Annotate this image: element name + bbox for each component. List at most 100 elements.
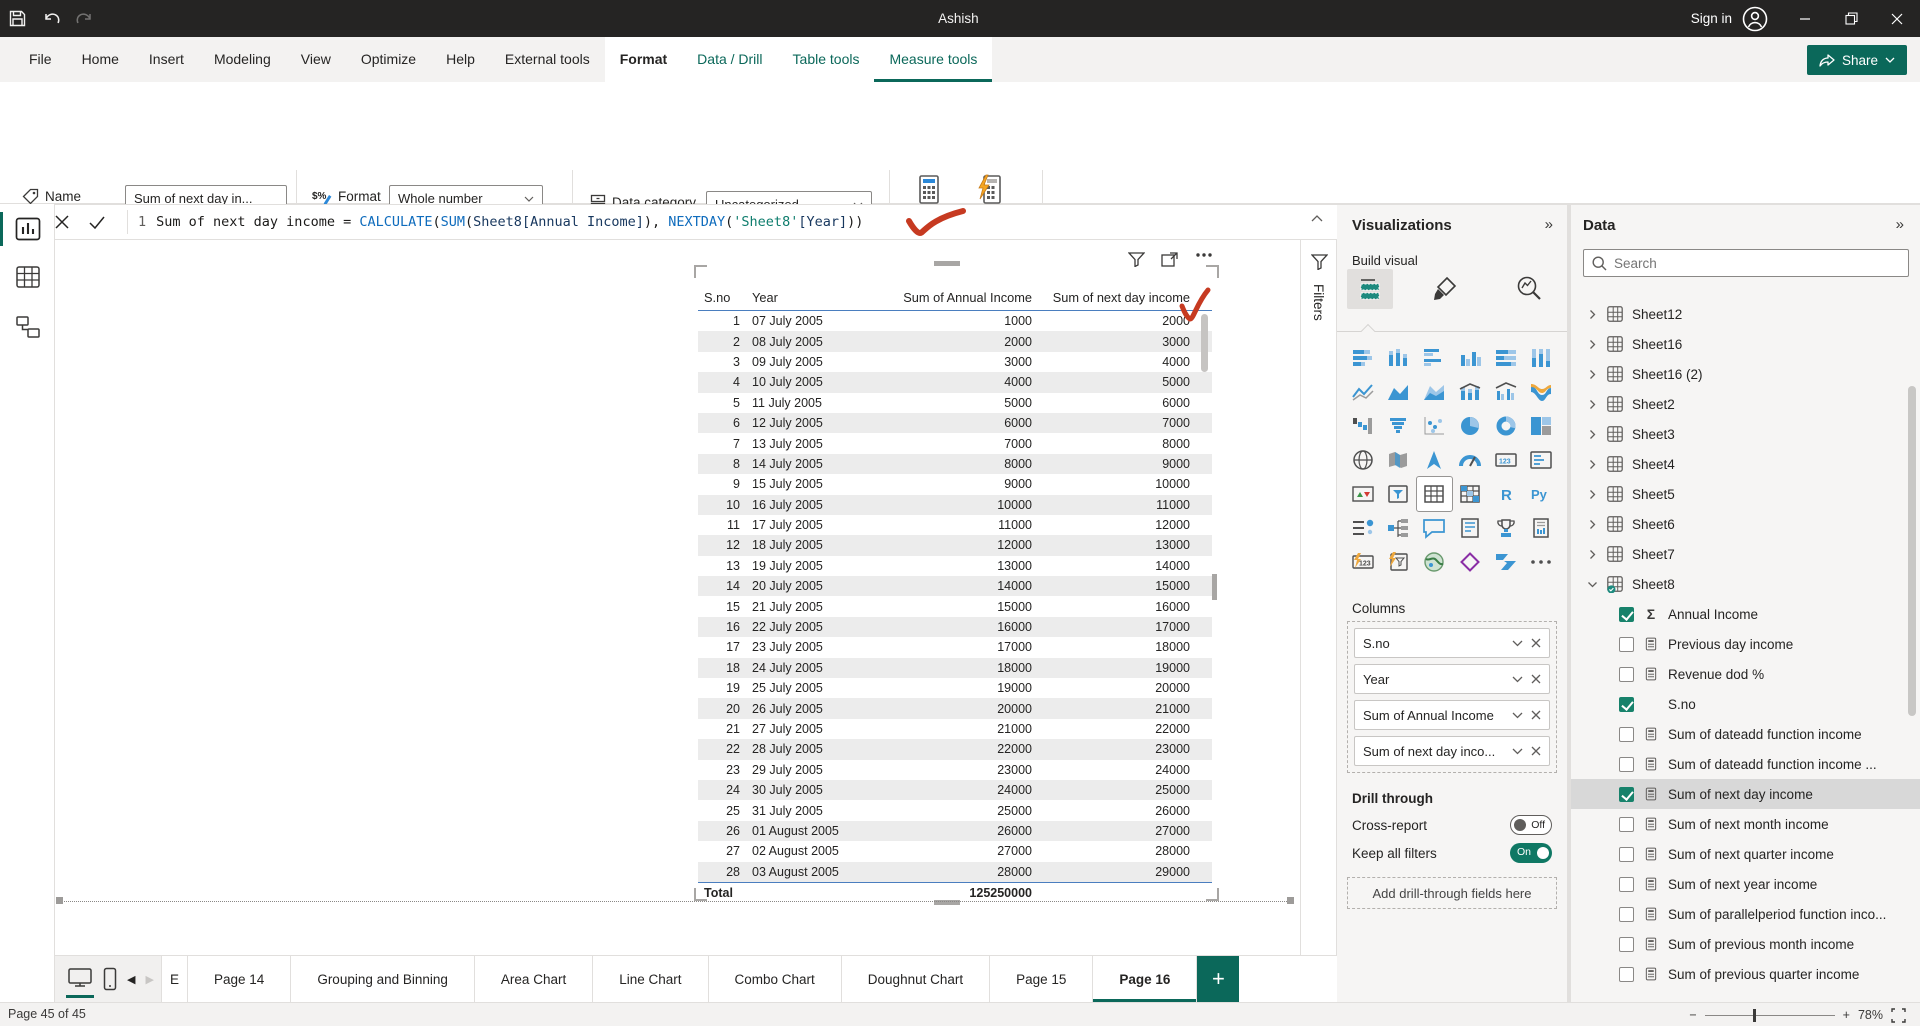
- page-tab-line-chart[interactable]: Line Chart: [593, 956, 708, 1002]
- commit-formula-icon[interactable]: [89, 216, 123, 229]
- sheet-item-sheet7[interactable]: Sheet7: [1571, 539, 1920, 569]
- table-row[interactable]: 1420 July 20051400015000: [698, 576, 1212, 596]
- dax-formula-input[interactable]: Sum of next day income = CALCULATE(SUM(S…: [156, 214, 863, 230]
- chevron-right-icon[interactable]: [1587, 489, 1598, 500]
- visual-paginated-report-icon[interactable]: [1524, 511, 1559, 545]
- menu-tab-help[interactable]: Help: [431, 37, 490, 82]
- page-tab-grouping-and-binning[interactable]: Grouping and Binning: [291, 956, 475, 1002]
- field-item-sum-of-previous-quarter-income[interactable]: Sum of previous quarter income: [1571, 959, 1920, 989]
- previous-page-arrow[interactable]: ◀: [127, 973, 135, 986]
- chevron-right-icon[interactable]: [1587, 309, 1598, 320]
- visual-new-slicer-icon[interactable]: [1381, 545, 1416, 579]
- visual-power-apps-visual-icon[interactable]: [1452, 545, 1487, 579]
- sheet-item-sheet16[interactable]: Sheet16: [1571, 329, 1920, 359]
- visual-table-icon[interactable]: [1417, 477, 1452, 511]
- avatar-icon[interactable]: [1742, 6, 1768, 32]
- visual-donut-chart-icon[interactable]: [1488, 409, 1523, 443]
- sheet-item-sheet12[interactable]: Sheet12: [1571, 299, 1920, 329]
- chevron-right-icon[interactable]: [1587, 549, 1598, 560]
- menu-tab-file[interactable]: File: [14, 37, 67, 82]
- restore-button[interactable]: [1828, 0, 1874, 37]
- visual-filter-icon[interactable]: [1128, 252, 1145, 267]
- visual-smart-narrative-icon[interactable]: [1452, 511, 1487, 545]
- new-page-button[interactable]: +: [1197, 956, 1239, 1002]
- sheet-item-sheet2[interactable]: Sheet2: [1571, 389, 1920, 419]
- chevron-right-icon[interactable]: [1587, 339, 1598, 350]
- tab-format-visual[interactable]: [1430, 275, 1458, 303]
- remove-field-icon[interactable]: [1531, 710, 1541, 720]
- page-boundary-handle[interactable]: [1287, 897, 1294, 904]
- field-checkbox[interactable]: [1619, 637, 1634, 652]
- field-item-sum-of-next-day-income[interactable]: Sum of next day income: [1571, 779, 1920, 809]
- visual-resize-handle[interactable]: [1212, 574, 1217, 600]
- cross-report-toggle[interactable]: Off: [1510, 815, 1552, 835]
- formula-bar[interactable]: 1 Sum of next day income = CALCULATE(SUM…: [55, 204, 1337, 240]
- table-row[interactable]: 1319 July 20051300014000: [698, 556, 1212, 576]
- remove-field-icon[interactable]: [1531, 746, 1541, 756]
- visual-metrics-icon[interactable]: [1488, 511, 1523, 545]
- page-boundary-handle[interactable]: [56, 897, 63, 904]
- page-tab-area-chart[interactable]: Area Chart: [475, 956, 593, 1002]
- page-tab-doughnut-chart[interactable]: Doughnut Chart: [842, 956, 990, 1002]
- minimize-button[interactable]: [1782, 0, 1828, 37]
- chevron-down-icon[interactable]: [1512, 640, 1523, 647]
- column-pill-sum-of-next-day-inco[interactable]: Sum of next day inco...: [1354, 736, 1550, 766]
- table-row[interactable]: 309 July 200530004000: [698, 352, 1212, 372]
- visual-hundred-percent-stacked-bar-chart-icon[interactable]: [1488, 341, 1523, 375]
- visual-azure-map-icon[interactable]: [1417, 443, 1452, 477]
- table-row[interactable]: 2228 July 20052200023000: [698, 739, 1212, 759]
- visual-resize-handle[interactable]: [694, 265, 707, 278]
- chevron-right-icon[interactable]: [1587, 429, 1598, 440]
- field-item-previous-day-income[interactable]: Previous day income: [1571, 629, 1920, 659]
- visual-map-icon[interactable]: [1345, 443, 1380, 477]
- column-header-sum-of-next-day-income[interactable]: Sum of next day income: [1038, 290, 1196, 305]
- menu-tab-modeling[interactable]: Modeling: [199, 37, 286, 82]
- close-button[interactable]: [1874, 0, 1920, 37]
- menu-tab-insert[interactable]: Insert: [134, 37, 199, 82]
- visual-waterfall-chart-icon[interactable]: [1345, 409, 1380, 443]
- chevron-down-icon[interactable]: [1587, 579, 1598, 590]
- field-checkbox[interactable]: [1619, 877, 1634, 892]
- visual-qa-visual-icon[interactable]: [1417, 511, 1452, 545]
- collapse-data-pane-icon[interactable]: »: [1896, 216, 1904, 233]
- field-checkbox[interactable]: [1619, 847, 1634, 862]
- table-row[interactable]: 2430 July 20052400025000: [698, 780, 1212, 800]
- visual-hundred-percent-stacked-column-chart-icon[interactable]: [1524, 341, 1559, 375]
- table-row[interactable]: 1016 July 20051000011000: [698, 495, 1212, 515]
- visual-line-chart-icon[interactable]: [1345, 375, 1380, 409]
- field-item-sum-of-dateadd-function-income[interactable]: Sum of dateadd function income: [1571, 719, 1920, 749]
- visual-line-and-stacked-column-chart-icon[interactable]: [1452, 375, 1487, 409]
- field-checkbox[interactable]: [1619, 787, 1634, 802]
- visual-stacked-area-chart-icon[interactable]: [1417, 375, 1452, 409]
- table-row[interactable]: 1622 July 20051600017000: [698, 617, 1212, 637]
- field-checkbox[interactable]: [1619, 757, 1634, 772]
- sheet-item-sheet5[interactable]: Sheet5: [1571, 479, 1920, 509]
- visual-python-visual-icon[interactable]: Py: [1524, 477, 1559, 511]
- zoom-slider-handle[interactable]: [1753, 1009, 1756, 1022]
- visual-resize-handle[interactable]: [934, 261, 960, 266]
- field-checkbox[interactable]: [1619, 607, 1634, 622]
- sign-in-button[interactable]: Sign in: [1691, 11, 1732, 26]
- report-view-icon[interactable]: [15, 216, 41, 242]
- field-item-annual-income[interactable]: Σ Annual Income: [1571, 599, 1920, 629]
- field-item-sum-of-dateadd-function-income[interactable]: Sum of dateadd function income ...: [1571, 749, 1920, 779]
- visual-resize-handle[interactable]: [694, 888, 707, 901]
- column-pill-s-no[interactable]: S.no: [1354, 628, 1550, 658]
- remove-field-icon[interactable]: [1531, 674, 1541, 684]
- collapse-visualizations-pane-icon[interactable]: »: [1545, 216, 1553, 233]
- visual-arcgis-map-icon[interactable]: [1417, 545, 1452, 579]
- table-row[interactable]: 1723 July 20051700018000: [698, 637, 1212, 657]
- field-item-s-no[interactable]: S.no: [1571, 689, 1920, 719]
- tab-build-visual[interactable]: [1347, 269, 1393, 309]
- column-header-sum-of-annual-income[interactable]: Sum of Annual Income: [893, 290, 1038, 305]
- column-header-year[interactable]: Year: [746, 290, 893, 305]
- visual-stacked-bar-chart-icon[interactable]: [1345, 341, 1380, 375]
- sheet-item-sheet4[interactable]: Sheet4: [1571, 449, 1920, 479]
- tab-analytics[interactable]: [1515, 275, 1543, 303]
- table-scrollbar[interactable]: [1201, 314, 1208, 372]
- table-row[interactable]: 1824 July 20051800019000: [698, 658, 1212, 678]
- visual-multi-row-card-icon[interactable]: [1524, 443, 1559, 477]
- visual-funnel-chart-icon[interactable]: [1381, 409, 1416, 443]
- visual-power-automate-visual-icon[interactable]: [1488, 545, 1523, 579]
- table-row[interactable]: 2601 August 20052600027000: [698, 821, 1212, 841]
